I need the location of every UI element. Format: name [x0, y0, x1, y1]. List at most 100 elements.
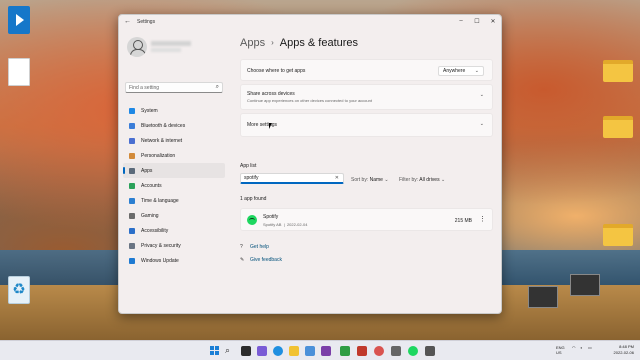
share-title: Share across devices	[247, 91, 295, 97]
give-feedback-label: Give feedback	[250, 257, 282, 263]
bluetooth-icon	[129, 122, 135, 129]
app-icon[interactable]	[321, 346, 331, 356]
chevron-down-icon: ⌄	[474, 68, 479, 74]
globe-clock-icon	[129, 197, 135, 204]
breadcrumb-parent[interactable]: Apps	[240, 37, 265, 49]
breadcrumb-separator: ›	[271, 38, 274, 47]
sidebar-item-system[interactable]: System	[123, 103, 225, 118]
accounts-icon	[129, 182, 135, 189]
sidebar-item-privacy-security[interactable]: Privacy & security	[123, 238, 225, 253]
store-icon[interactable]	[305, 346, 315, 356]
windows-update-icon	[129, 257, 135, 264]
desktop-document-icon[interactable]	[6, 58, 32, 86]
settings-window: ← Settings – ☐ ✕ ⌕ System Bluetooth & dev…	[118, 14, 502, 314]
sidebar-item-accessibility[interactable]: Accessibility	[123, 223, 225, 238]
back-arrow-icon[interactable]: ←	[124, 18, 131, 25]
app-icon[interactable]	[425, 346, 435, 356]
sidebar-item-label: Privacy & security	[141, 242, 181, 249]
settings-gear-icon[interactable]	[391, 346, 401, 356]
clock-date: 2022-02-06	[613, 350, 634, 355]
chevron-down-icon[interactable]: ⌄	[480, 92, 484, 98]
gaming-icon	[129, 212, 135, 219]
desktop-folder-icon[interactable]	[603, 224, 633, 246]
wifi-icon[interactable]: ◠	[572, 345, 576, 350]
find-setting-input[interactable]	[126, 83, 212, 92]
app-icon[interactable]	[340, 346, 350, 356]
search-icon[interactable]: ⌕	[225, 346, 235, 356]
desktop-folder-icon[interactable]	[603, 116, 633, 138]
sidebar-nav: System Bluetooth & devices Network & inter…	[123, 103, 225, 268]
sidebar-item-label: Accessibility	[141, 227, 169, 234]
sort-by-value: Name	[369, 177, 383, 183]
sidebar-item-time-language[interactable]: Time & language	[123, 193, 225, 208]
list-item[interactable]: Spotify Spotify AB | 2022-02-04 215 MB ⋮	[240, 208, 493, 231]
title-bar: ← Settings – ☐ ✕	[119, 15, 501, 29]
app-publisher: Spotify AB	[263, 222, 282, 227]
widgets-icon[interactable]	[257, 346, 267, 356]
task-view-icon[interactable]	[241, 346, 251, 356]
search-icon[interactable]: ⌕	[216, 84, 219, 91]
clock[interactable]: 8:48 PM 2022-02-06	[614, 344, 634, 356]
spotify-taskbar-icon[interactable]	[408, 346, 418, 356]
app-list-search[interactable]: ✕	[240, 173, 344, 184]
get-help-link[interactable]: ? Get help	[240, 244, 269, 250]
brush-icon	[129, 152, 135, 159]
close-button[interactable]: ✕	[487, 18, 499, 25]
find-setting-search[interactable]: ⌕	[125, 82, 223, 93]
battery-icon[interactable]: ▭	[588, 345, 592, 350]
sidebar-item-label: Bluetooth & devices	[141, 122, 186, 129]
more-options-icon[interactable]: ⋮	[479, 215, 486, 223]
sort-by-control[interactable]: Sort by: Name ⌄	[351, 177, 389, 183]
edge-icon[interactable]	[273, 346, 283, 356]
volume-icon[interactable]: ◖	[580, 345, 582, 350]
desktop-video-file-icon[interactable]	[528, 286, 558, 308]
app-size: 215 MB	[454, 218, 472, 224]
filter-by-label: Filter by:	[399, 177, 419, 183]
language-indicator[interactable]: ENG US	[556, 345, 565, 355]
sort-by-label: Sort by:	[351, 177, 369, 183]
app-list-search-input[interactable]	[241, 174, 331, 182]
maximize-button[interactable]: ☐	[471, 18, 483, 25]
breadcrumb: Apps › Apps & features	[240, 37, 358, 49]
more-settings-card[interactable]: More settings ⌄	[240, 113, 493, 137]
start-button[interactable]	[210, 346, 220, 356]
desktop-video-app-icon[interactable]	[6, 6, 32, 34]
desktop-video-file-icon[interactable]	[570, 274, 600, 296]
give-feedback-link[interactable]: ✎ Give feedback	[240, 257, 282, 263]
share-subtitle: Continue app experiences on other device…	[247, 98, 372, 103]
sidebar-item-accounts[interactable]: Accounts	[123, 178, 225, 193]
sidebar-item-windows-update[interactable]: Windows Update	[123, 253, 225, 268]
window-title: Settings	[137, 19, 156, 25]
choose-where-title: Choose where to get apps	[247, 68, 306, 74]
sidebar-item-label: Time & language	[141, 197, 179, 204]
chevron-down-icon: ⌄	[440, 177, 446, 183]
minimize-button[interactable]: –	[455, 18, 467, 24]
filter-by-control[interactable]: Filter by: All drives ⌄	[399, 177, 445, 183]
share-across-devices-card[interactable]: Share across devices Continue app experi…	[240, 84, 493, 110]
sidebar-item-network-internet[interactable]: Network & internet	[123, 133, 225, 148]
app-name: Spotify	[263, 214, 279, 220]
sidebar-item-label: Personalization	[141, 152, 176, 159]
filter-by-value: All drives	[419, 177, 440, 183]
sidebar-item-gaming[interactable]: Gaming	[123, 208, 225, 223]
chevron-down-icon: ⌄	[384, 177, 389, 183]
profile-email-blurred	[151, 48, 181, 52]
get-help-label: Get help	[250, 244, 269, 250]
app-icon[interactable]	[374, 346, 384, 356]
apps-icon	[129, 167, 135, 174]
chevron-down-icon[interactable]: ⌄	[480, 121, 484, 127]
desktop-folder-icon[interactable]	[603, 60, 633, 82]
mouse-cursor	[269, 123, 275, 129]
sidebar-item-bluetooth-devices[interactable]: Bluetooth & devices	[123, 118, 225, 133]
avatar[interactable]	[127, 37, 147, 57]
app-date: 2022-02-04	[286, 222, 308, 227]
file-explorer-icon[interactable]	[289, 346, 299, 356]
app-icon[interactable]	[357, 346, 367, 356]
choose-where-dropdown[interactable]: Anywhere ⌄	[438, 66, 484, 76]
sidebar-item-label: Gaming	[141, 212, 159, 219]
clear-icon[interactable]: ✕	[335, 175, 339, 181]
sidebar-item-apps[interactable]: Apps	[123, 163, 225, 178]
recycle-bin-icon[interactable]: ♻	[6, 276, 32, 304]
sidebar-item-personalization[interactable]: Personalization	[123, 148, 225, 163]
sidebar-item-label: Network & internet	[141, 137, 183, 144]
